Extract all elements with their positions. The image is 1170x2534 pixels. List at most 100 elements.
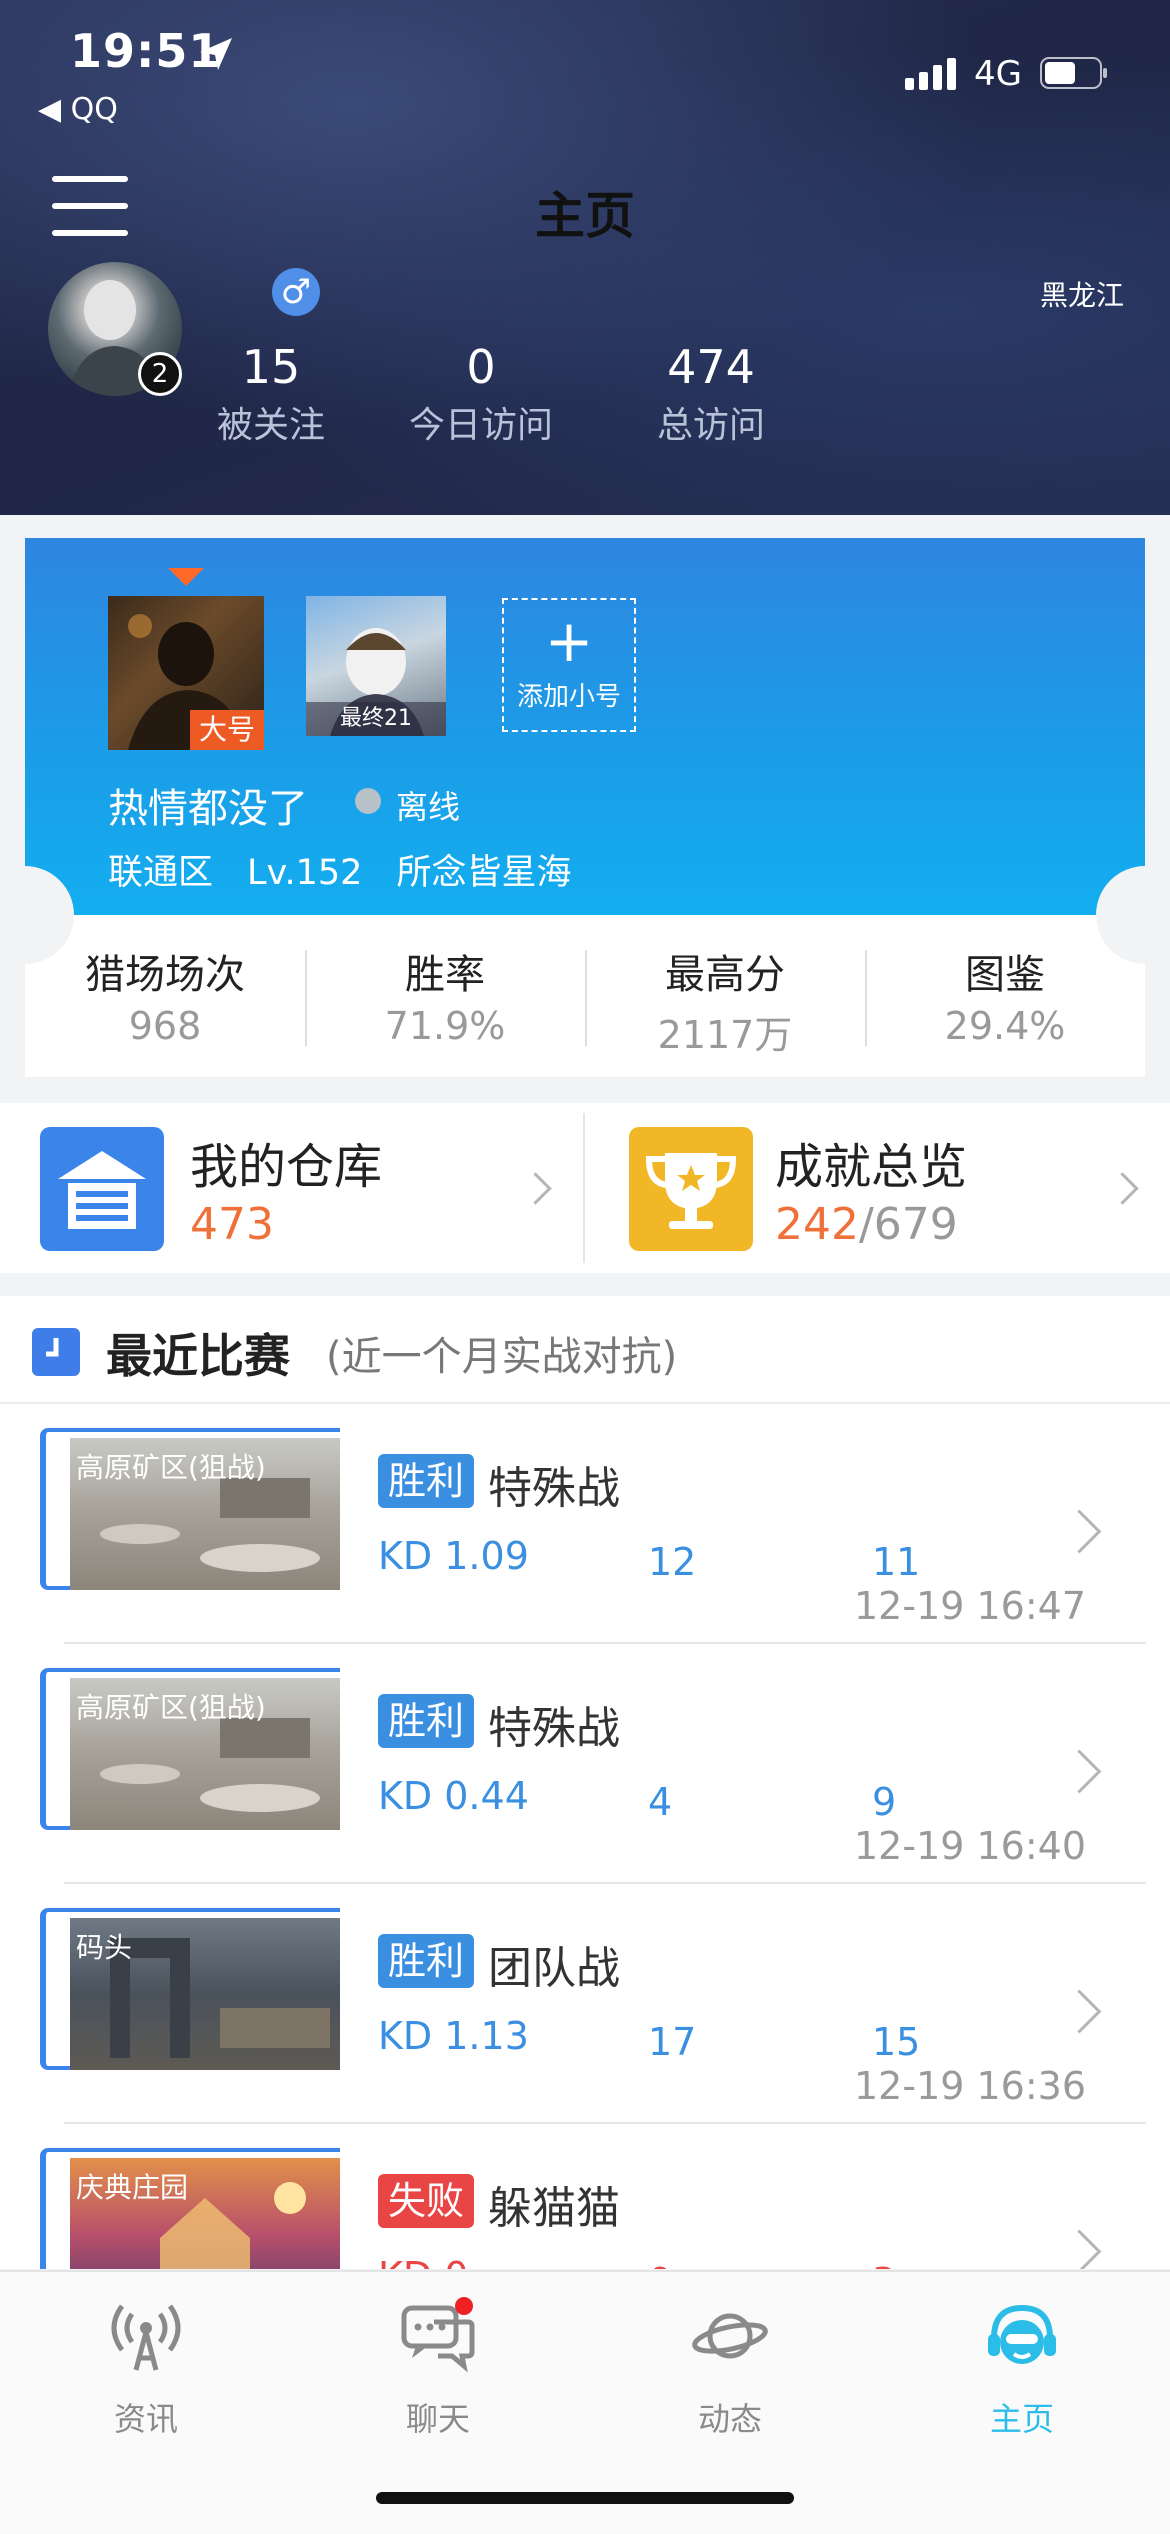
tab-label: 主页 [989, 2400, 1054, 2438]
battery-icon [1040, 57, 1107, 89]
stat-today-visits[interactable]: 0 今日访问 [398, 340, 564, 448]
stat-followers[interactable]: 15 被关注 [206, 340, 336, 448]
location-arrow-icon [200, 38, 232, 70]
tab-news[interactable]: 资讯 [46, 2296, 246, 2440]
match-result-badge: 胜利 [378, 1454, 475, 1508]
add-sub-account-button[interactable]: + 添加小号 [502, 598, 636, 732]
server-info: 联通区 Lv.152 所念皆星海 [108, 844, 605, 895]
match-kd: KD 1.09 [378, 1534, 529, 1578]
achievements-progress: 242/679 [775, 1199, 958, 1250]
recent-matches-header: 最近比赛 (近一个月实战对抗) [0, 1296, 1170, 1404]
stat-label: 今日访问 [408, 405, 553, 446]
stat-value: 474 [667, 340, 755, 394]
warehouse-title: 我的仓库 [190, 1139, 383, 1195]
chat-icon [401, 2297, 475, 2373]
warehouse-tile[interactable]: 我的仓库 473 [0, 1103, 583, 1273]
kpi-matches: 猎场场次 968 [25, 942, 305, 1048]
map-name: 庆典庄园 [76, 2171, 189, 2204]
tab-chat[interactable]: 聊天 [338, 2296, 538, 2440]
match-deaths: 3 [872, 2260, 896, 2269]
kpi-high-score: 最高分 2117万 [585, 942, 865, 1059]
server-name: 联通区 [108, 853, 214, 893]
tab-home[interactable]: 主页 [922, 2296, 1122, 2440]
plus-icon: + [544, 607, 594, 675]
trophy-icon [629, 1127, 753, 1251]
achievements-total: /679 [858, 1199, 958, 1250]
planet-icon [692, 2313, 768, 2359]
warehouse-icon [40, 1127, 164, 1251]
stat-label: 被关注 [216, 405, 325, 446]
player-nickname: 热情都没了 [108, 786, 308, 832]
kpi-value: 968 [128, 1004, 202, 1048]
kpi-value: 29.4% [944, 1004, 1066, 1048]
match-row[interactable]: 高原矿区(狙战) 胜利 特殊战 KD 1.09 12 11 12-19 16:4… [0, 1404, 1170, 1644]
map-thumbnail: 庆典庄园 [70, 2158, 340, 2269]
kpi-label: 最高分 [665, 952, 785, 998]
map-name: 高原矿区(狙战) [76, 1691, 266, 1724]
match-mode: 躲猫猫 [488, 2183, 620, 2234]
back-app-label: QQ [70, 92, 118, 127]
match-mode: 特殊战 [488, 1703, 620, 1754]
online-status: 离线 [396, 788, 461, 826]
stat-total-visits[interactable]: 474 总访问 [628, 340, 794, 448]
main-account-avatar[interactable]: 大号 [108, 596, 264, 750]
headset-face-icon [988, 2304, 1056, 2364]
home-indicator[interactable] [376, 2492, 794, 2504]
chevron-right-icon [1057, 1749, 1102, 1794]
sub-account-caption: 最终21 [306, 702, 446, 736]
tab-label: 动态 [697, 2400, 762, 2438]
match-kills: 17 [648, 2020, 697, 2064]
kpi-value: 71.9% [384, 1004, 506, 1048]
main-account-tag: 大号 [190, 710, 264, 750]
achievements-title: 成就总览 [775, 1139, 968, 1195]
guild-name: 所念皆星海 [396, 853, 572, 893]
chevron-right-icon [1106, 1172, 1139, 1205]
map-name: 高原矿区(狙战) [76, 1451, 266, 1484]
match-kills: 0 [648, 2260, 672, 2269]
match-result-badge: 胜利 [378, 1934, 475, 1988]
map-thumbnail: 高原矿区(狙战) [70, 1438, 340, 1590]
stat-value: 0 [466, 340, 496, 394]
match-deaths: 15 [872, 2020, 921, 2064]
achievements-tile[interactable]: 成就总览 242/679 [585, 1103, 1170, 1273]
match-deaths: 9 [872, 1780, 897, 1824]
stat-label: 总访问 [656, 405, 765, 446]
match-row[interactable]: 庆典庄园 失败 躲猫猫 KD 0 0 3 [0, 2124, 1170, 2269]
chevron-right-icon [1057, 1509, 1102, 1554]
match-deaths: 11 [872, 1540, 921, 1584]
match-time: 12-19 16:40 [854, 1824, 1087, 1868]
broadcast-icon [111, 2304, 181, 2371]
avatar-level-badge: 2 [138, 352, 182, 396]
clock-icon [32, 1328, 80, 1376]
map-name: 码头 [76, 1931, 133, 1964]
tab-label: 资讯 [113, 2400, 178, 2438]
match-row[interactable]: 高原矿区(狙战) 胜利 特殊战 KD 0.44 4 9 12-19 16:40 [0, 1644, 1170, 1884]
tab-feed[interactable]: 动态 [630, 2296, 830, 2440]
match-kills: 12 [648, 1540, 697, 1584]
achievements-count: 242 [775, 1199, 859, 1250]
match-time: 12-19 16:36 [854, 2064, 1087, 2108]
kpi-win-rate: 胜率 71.9% [305, 942, 585, 1048]
match-list: 高原矿区(狙战) 胜利 特殊战 KD 1.09 12 11 12-19 16:4… [0, 1404, 1170, 2269]
network-type: 4G [974, 54, 1022, 94]
stat-value: 15 [241, 340, 301, 394]
chevron-right-icon [519, 1172, 552, 1205]
recent-matches-title: 最近比赛 [106, 1329, 290, 1383]
match-row[interactable]: 码头 胜利 团队战 KD 1.13 17 15 12-19 16:36 [0, 1884, 1170, 2124]
page-title: 主页 [535, 187, 635, 245]
kpi-value: 2117万 [657, 1013, 793, 1057]
kpi-collection: 图鉴 29.4% [865, 942, 1145, 1048]
match-kd: KD 0.44 [378, 1774, 529, 1818]
tab-label: 聊天 [405, 2400, 470, 2438]
back-to-app[interactable]: ◀ QQ [38, 92, 118, 127]
region-label: 黑龙江 [1039, 279, 1124, 312]
player-level: Lv.152 [247, 853, 363, 893]
match-result-badge: 失败 [378, 2174, 475, 2228]
sub-account-avatar[interactable]: 最终21 [306, 596, 446, 736]
kpi-label: 图鉴 [965, 952, 1045, 998]
match-mode: 特殊战 [488, 1463, 620, 1514]
match-mode: 团队战 [488, 1943, 620, 1994]
map-thumbnail: 高原矿区(狙战) [70, 1678, 340, 1830]
signal-icon [905, 58, 956, 90]
match-kills: 4 [648, 1780, 673, 1824]
